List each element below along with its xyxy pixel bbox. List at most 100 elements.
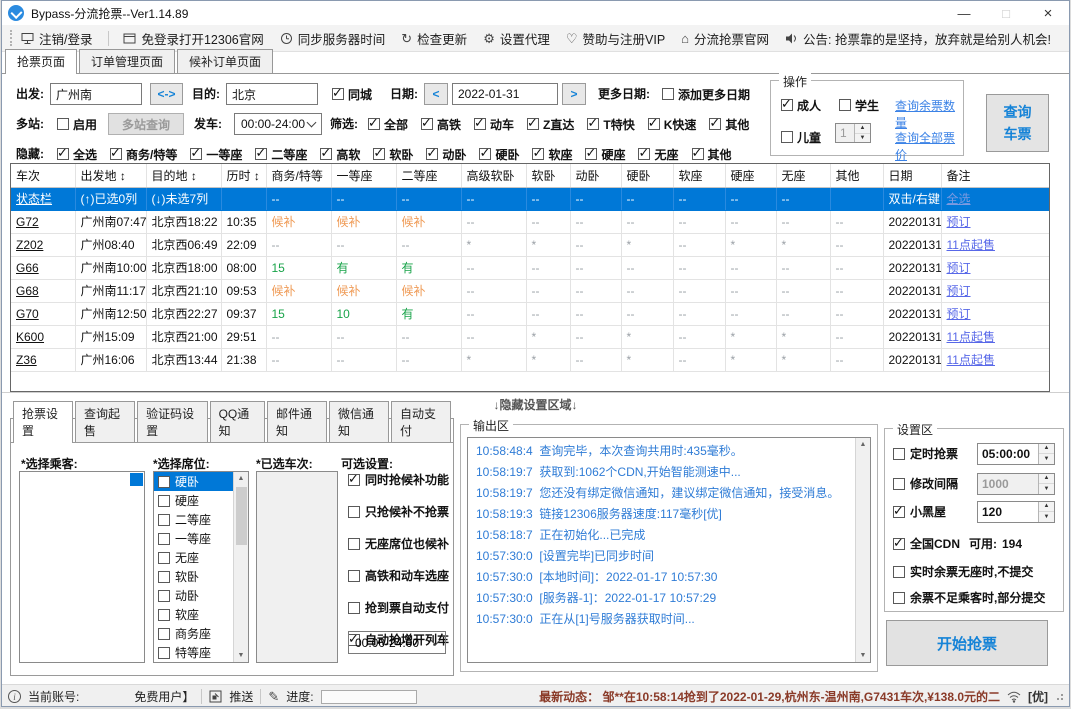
close-button[interactable]: × — [1027, 1, 1069, 25]
train-type-checkbox[interactable]: 高铁 — [421, 115, 461, 133]
settings-tab[interactable]: 查询起售 — [75, 401, 136, 442]
column-header[interactable]: 高级软卧 — [461, 164, 527, 188]
settings-tab[interactable]: 抢票设置 — [13, 401, 74, 443]
seat-type-option[interactable]: 软座 — [154, 605, 233, 624]
scroll-up-icon[interactable]: ▲ — [238, 472, 245, 485]
start-grab-button[interactable]: 开始抢票 — [886, 620, 1048, 666]
depart-time-select[interactable]: 00:00-24:00 — [234, 113, 322, 135]
minimize-button[interactable]: — — [943, 1, 985, 25]
spinner-arrows-icon[interactable]: ▲ ▼ — [1038, 443, 1054, 464]
seat-hide-checkbox[interactable]: 硬座 — [585, 145, 625, 163]
column-header[interactable]: 动卧 — [570, 164, 622, 188]
seat-type-option[interactable]: 硬座 — [154, 491, 233, 510]
train-type-checkbox[interactable]: T特快 — [587, 115, 635, 133]
train-row[interactable]: Z36 广州16:06 北京西13:44 21:38 -- -- -- * * … — [11, 348, 1049, 372]
push-button[interactable]: 推送 — [229, 688, 253, 705]
spinner-arrows-icon[interactable]: ▲ ▼ — [1038, 473, 1054, 494]
page-tab[interactable]: 订单管理页面 — [79, 49, 176, 73]
settings-tab[interactable]: 自动支付 — [391, 401, 452, 442]
remark-link[interactable]: 11点起售 — [947, 238, 995, 252]
query-tickets-button[interactable]: 查询车票 — [986, 94, 1049, 152]
column-header[interactable]: 出发地 ↕ — [75, 164, 147, 188]
column-header[interactable]: 其他 — [830, 164, 884, 188]
column-header[interactable]: 历时 ↕ — [221, 164, 267, 188]
seat-hide-checkbox[interactable]: 一等座 — [190, 145, 242, 163]
page-tab[interactable]: 候补订单页面 — [177, 49, 274, 73]
seat-hide-checkbox[interactable]: 硬卧 — [479, 145, 519, 163]
seat-type-option[interactable]: 特等座 — [154, 643, 233, 662]
date-input[interactable]: 2022-01-31 — [452, 83, 558, 105]
seat-hide-checkbox[interactable]: 动卧 — [426, 145, 466, 163]
column-header[interactable]: 软座 — [673, 164, 726, 188]
seat-type-option[interactable]: 软卧 — [154, 567, 233, 586]
sync-server-time-button[interactable]: 同步服务器时间 — [280, 29, 385, 48]
grab-time-range-select[interactable]: 00:00-24:00 — [348, 631, 446, 654]
column-header[interactable]: 硬卧 — [621, 164, 674, 188]
child-checkbox[interactable]: 儿童 — [781, 125, 821, 149]
train-type-checkbox[interactable]: K快速 — [647, 115, 696, 133]
open-12306-button[interactable]: 免登录打开12306官网 — [123, 29, 264, 48]
remark-link[interactable]: 预订 — [947, 307, 971, 321]
seat-hide-checkbox[interactable]: 软座 — [532, 145, 572, 163]
column-header[interactable]: 目的地 ↕ — [146, 164, 222, 188]
column-header[interactable]: 软卧 — [526, 164, 571, 188]
multi-station-enable-checkbox[interactable]: 启用 — [57, 112, 97, 136]
no-seat-no-submit-row[interactable]: 实时余票无座时,不提交 — [893, 563, 1055, 580]
scroll-down-icon[interactable]: ▼ — [238, 649, 245, 662]
train-type-checkbox[interactable]: 动车 — [474, 115, 514, 133]
settings-tab[interactable]: 验证码设置 — [137, 401, 208, 442]
swap-stations-button[interactable]: <-> — [150, 83, 183, 105]
hidden-settings-toggle[interactable]: ↓隐藏设置区域↓ — [493, 396, 577, 413]
proxy-settings-button[interactable]: ⚙ 设置代理 — [483, 29, 550, 48]
remark-link[interactable]: 预订 — [947, 261, 971, 275]
add-more-dates-checkbox[interactable]: 添加更多日期 — [662, 82, 750, 106]
seat-type-option[interactable]: 商务座 — [154, 624, 233, 643]
blackhouse-row[interactable]: 小黑屋 120 ▲▼ — [893, 500, 1055, 523]
column-header[interactable]: 无座 — [776, 164, 831, 188]
scroll-thumb[interactable] — [235, 487, 247, 545]
query-all-prices-link[interactable]: 查询全部票价 — [895, 129, 963, 163]
prev-date-button[interactable]: < — [424, 83, 448, 105]
seat-type-option[interactable]: 一等座 — [154, 529, 233, 548]
remark-link[interactable]: 预订 — [947, 215, 971, 229]
passenger-list-scroll-thumb[interactable] — [130, 473, 143, 486]
seat-type-option[interactable]: 动卧 — [154, 586, 233, 605]
sponsor-vip-button[interactable]: ♡ 赞助与注册VIP — [566, 29, 665, 48]
logout-login-button[interactable]: 注销/登录 — [21, 29, 92, 48]
train-row[interactable]: G68 广州南11:17 北京西21:10 09:53 候补 候补 候补 -- … — [11, 279, 1049, 303]
resize-grip[interactable] — [1057, 693, 1063, 700]
seat-hide-checkbox[interactable]: 二等座 — [255, 145, 307, 163]
settings-tab[interactable]: 微信通知 — [328, 401, 389, 442]
seat-hide-checkbox[interactable]: 全选 — [57, 145, 97, 163]
seat-hide-checkbox[interactable]: 商务/特等 — [110, 145, 177, 163]
spinner-arrows-icon[interactable]: ▲ ▼ — [1038, 501, 1054, 522]
output-scrollbar[interactable]: ▲ ▼ — [855, 438, 870, 662]
column-header[interactable]: 车次 — [11, 164, 76, 188]
seat-hide-checkbox[interactable]: 其他 — [691, 145, 732, 163]
timed-grab-row[interactable]: 定时抢票 05:00:00 ▲ ▼ — [893, 442, 1055, 465]
seat-type-option[interactable]: 硬卧 — [154, 472, 233, 491]
interval-row[interactable]: 修改间隔 1000 ▲ ▼ — [893, 472, 1055, 495]
train-type-checkbox[interactable]: 全部 — [368, 115, 408, 133]
cdn-row[interactable]: 全国CDN 可用: 194 — [893, 535, 1055, 552]
train-number-link[interactable]: K600 — [16, 330, 44, 344]
grab-option-checkbox[interactable]: 只抢候补不抢票 — [348, 503, 452, 520]
query-remaining-tickets-link[interactable]: 查询余票数量 — [895, 97, 963, 131]
remark-link[interactable]: 预订 — [947, 284, 971, 298]
check-update-button[interactable]: ↻ 检查更新 — [401, 29, 467, 48]
to-station-input[interactable]: 北京 — [226, 83, 318, 105]
train-type-checkbox[interactable]: 其他 — [709, 115, 749, 133]
train-number-link[interactable]: Z202 — [16, 238, 43, 252]
grab-option-checkbox[interactable]: 高铁和动车选座 — [348, 567, 452, 584]
column-header[interactable]: 一等座 — [331, 164, 397, 188]
timed-grab-spinner[interactable]: 05:00:00 ▲ ▼ — [977, 442, 1055, 465]
select-all-link[interactable]: 全选 — [947, 192, 971, 206]
toolbar-grip[interactable] — [10, 30, 13, 46]
seat-type-option[interactable]: 无座 — [154, 548, 233, 567]
column-header[interactable]: 备注 — [941, 164, 1049, 188]
seat-hide-checkbox[interactable]: 软卧 — [373, 145, 413, 163]
official-site-button[interactable]: ⌂ 分流抢票官网 — [681, 29, 769, 48]
output-log-box[interactable]: 10:58:48:4 查询完毕，本次查询共用时:435毫秒。 10:58:19:… — [467, 437, 871, 663]
passenger-listbox[interactable] — [19, 471, 145, 663]
adult-checkbox[interactable]: 成人 — [781, 93, 821, 117]
